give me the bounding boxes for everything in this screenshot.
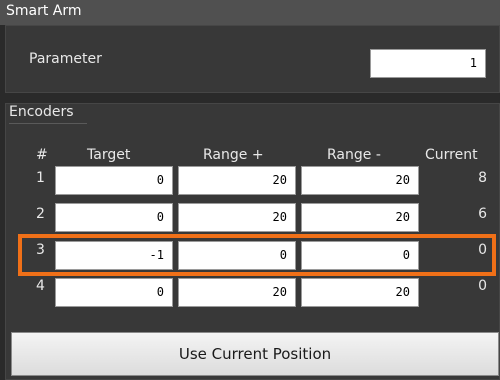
target-input[interactable]: 0 xyxy=(55,203,173,232)
row-highlight-box xyxy=(18,234,496,276)
row-number: 2 xyxy=(36,206,45,222)
column-header-range-plus: Range + xyxy=(203,147,264,163)
window-title: Smart Arm xyxy=(6,3,82,19)
column-header-range-minus: Range - xyxy=(327,147,381,163)
parameter-label: Parameter xyxy=(29,51,102,67)
range-minus-input[interactable]: 20 xyxy=(301,166,419,195)
column-header-target: Target xyxy=(87,147,131,163)
range-plus-input[interactable]: 20 xyxy=(178,203,296,232)
target-input[interactable]: 0 xyxy=(55,278,173,307)
current-value: 8 xyxy=(478,170,487,186)
column-header-number: # xyxy=(36,147,48,163)
column-header-current: Current xyxy=(425,147,478,163)
range-plus-input[interactable]: 20 xyxy=(178,166,296,195)
row-number: 1 xyxy=(36,170,45,186)
range-minus-input[interactable]: 20 xyxy=(301,278,419,307)
row-number: 4 xyxy=(36,278,45,294)
current-value: 6 xyxy=(478,206,487,222)
range-plus-input[interactable]: 20 xyxy=(178,278,296,307)
use-current-position-button[interactable]: Use Current Position xyxy=(11,332,499,376)
target-input[interactable]: 0 xyxy=(55,166,173,195)
encoders-header-divider xyxy=(9,123,87,124)
range-minus-input[interactable]: 20 xyxy=(301,203,419,232)
parameter-input[interactable]: 1 xyxy=(370,49,486,78)
encoders-header: Encoders xyxy=(9,104,74,120)
window-titlebar: Smart Arm xyxy=(0,0,500,25)
current-value: 0 xyxy=(478,278,487,294)
